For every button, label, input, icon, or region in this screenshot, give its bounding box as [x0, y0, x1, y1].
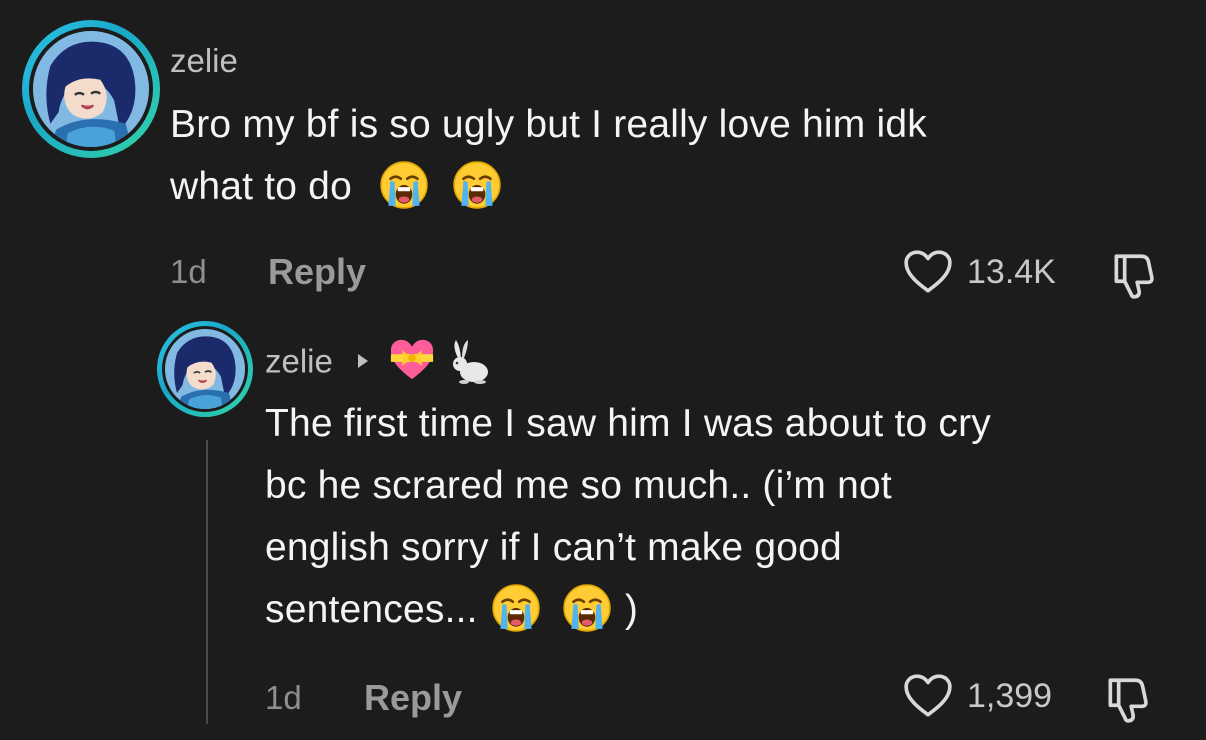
loudly-crying-face-icon — [491, 583, 541, 633]
comment-text-line: Bro my bf is so ugly but I really love h… — [170, 103, 927, 146]
avatar-image — [33, 31, 149, 147]
reply-arrow-icon — [358, 354, 369, 368]
comment-username[interactable]: zelie — [170, 42, 238, 80]
like-count: 13.4K — [967, 252, 1056, 291]
reply-text-line: english sorry if I can’t make good — [265, 526, 842, 569]
like-button[interactable]: 13.4K — [903, 249, 1056, 295]
reply-text-fragment: sentences... — [265, 588, 478, 631]
loudly-crying-face-icon — [452, 160, 502, 210]
comment-text-line: what to do — [170, 156, 1170, 218]
loudly-crying-face-icon — [379, 160, 429, 210]
avatar[interactable] — [22, 20, 160, 158]
reply-timestamp: 1d — [265, 679, 302, 716]
rabbit-icon — [453, 340, 489, 384]
reply-text-line: bc he scrared me so much.. (i’m not — [265, 464, 892, 507]
like-count: 1,399 — [967, 676, 1053, 715]
reply-text-line: The first time I saw him I was about to … — [265, 402, 991, 445]
reply-button[interactable]: Reply — [364, 677, 462, 719]
reply-avatar[interactable] — [157, 321, 253, 417]
heart-icon — [903, 673, 953, 719]
comment-text-fragment: what to do — [170, 165, 352, 208]
reply-text-fragment: ) — [624, 588, 639, 631]
reply-username[interactable]: zelie — [265, 343, 333, 380]
loudly-crying-face-icon — [562, 583, 612, 633]
like-button[interactable]: 1,399 — [903, 673, 1052, 719]
heart-icon — [903, 249, 953, 295]
avatar-image — [165, 329, 245, 409]
reply-button[interactable]: Reply — [268, 251, 366, 293]
reply-text: The first time I saw him I was about to … — [265, 393, 1185, 641]
thread-line — [206, 440, 208, 724]
heart-with-ribbon-icon — [391, 339, 434, 380]
dislike-icon[interactable] — [1104, 674, 1150, 724]
reply-username-row: zelie — [265, 339, 494, 388]
comment-text: Bro my bf is so ugly but I really love h… — [170, 94, 1170, 218]
comment-timestamp: 1d — [170, 253, 207, 290]
dislike-icon[interactable] — [1110, 250, 1156, 300]
reply-text-line: sentences... ) — [265, 579, 1185, 641]
